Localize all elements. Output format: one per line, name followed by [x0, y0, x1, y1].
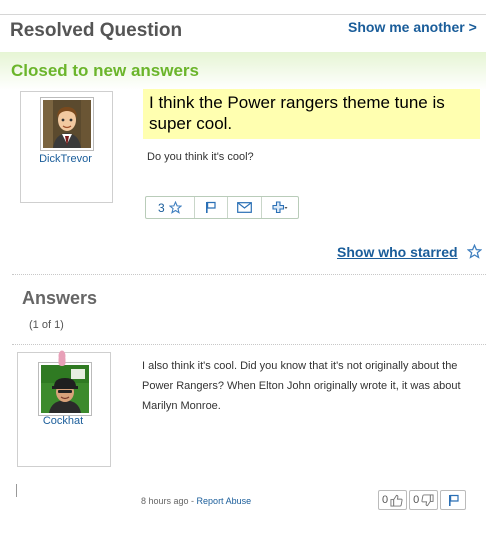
section-divider: [12, 344, 486, 345]
flag-answer-button[interactable]: [440, 490, 467, 510]
show-who-starred-link[interactable]: Show who starred: [337, 244, 458, 260]
plus-icon: [272, 200, 288, 213]
thumbs-up-button[interactable]: 0: [378, 490, 408, 510]
flag-icon: [449, 494, 459, 506]
question-body: Do you think it's cool?: [147, 151, 254, 163]
report-abuse-link[interactable]: Report Abuse: [197, 496, 252, 506]
star-icon: [466, 243, 483, 264]
status-text: Closed to new answers: [11, 61, 199, 80]
section-divider: [12, 274, 486, 275]
hat-decoration: [56, 350, 68, 373]
asker-avatar[interactable]: [40, 97, 94, 151]
thumbs-down-button[interactable]: 0: [409, 490, 439, 510]
meta-separator: -: [188, 496, 197, 506]
thumbs-down-icon: [421, 493, 434, 506]
question-title: I think the Power rangers theme tune is …: [143, 89, 480, 139]
page-title: Resolved Question: [10, 20, 183, 41]
thumbs-up-icon: [390, 494, 403, 507]
asker-avatar-image: [43, 100, 91, 148]
more-actions-button[interactable]: [262, 197, 298, 218]
envelope-icon: [237, 202, 253, 213]
answer-time: 8 hours ago: [141, 496, 189, 506]
star-button[interactable]: 3: [146, 197, 195, 218]
thumbs-down-count: 0: [413, 494, 420, 506]
thumbs-up-count: 0: [382, 494, 389, 506]
answerer-name[interactable]: Cockhat: [17, 415, 109, 427]
asker-name[interactable]: DickTrevor: [20, 153, 111, 165]
star-count: 3: [158, 200, 165, 215]
flag-button[interactable]: [195, 197, 229, 218]
scroll-marker: [16, 484, 17, 497]
flag-icon: [206, 201, 216, 213]
answer-vote-bar: 0 0: [378, 490, 467, 510]
answers-count: (1 of 1): [29, 319, 64, 331]
answer-body: I also think it's cool. Did you know tha…: [142, 360, 461, 412]
answer-meta: 8 hours ago - Report Abuse: [141, 496, 251, 506]
show-another-link[interactable]: Show me another >: [348, 19, 477, 35]
star-icon: [168, 201, 182, 214]
question-action-bar: 3: [145, 196, 299, 219]
top-divider: [0, 14, 486, 15]
email-button[interactable]: [228, 197, 263, 218]
answers-heading: Answers: [22, 288, 98, 308]
